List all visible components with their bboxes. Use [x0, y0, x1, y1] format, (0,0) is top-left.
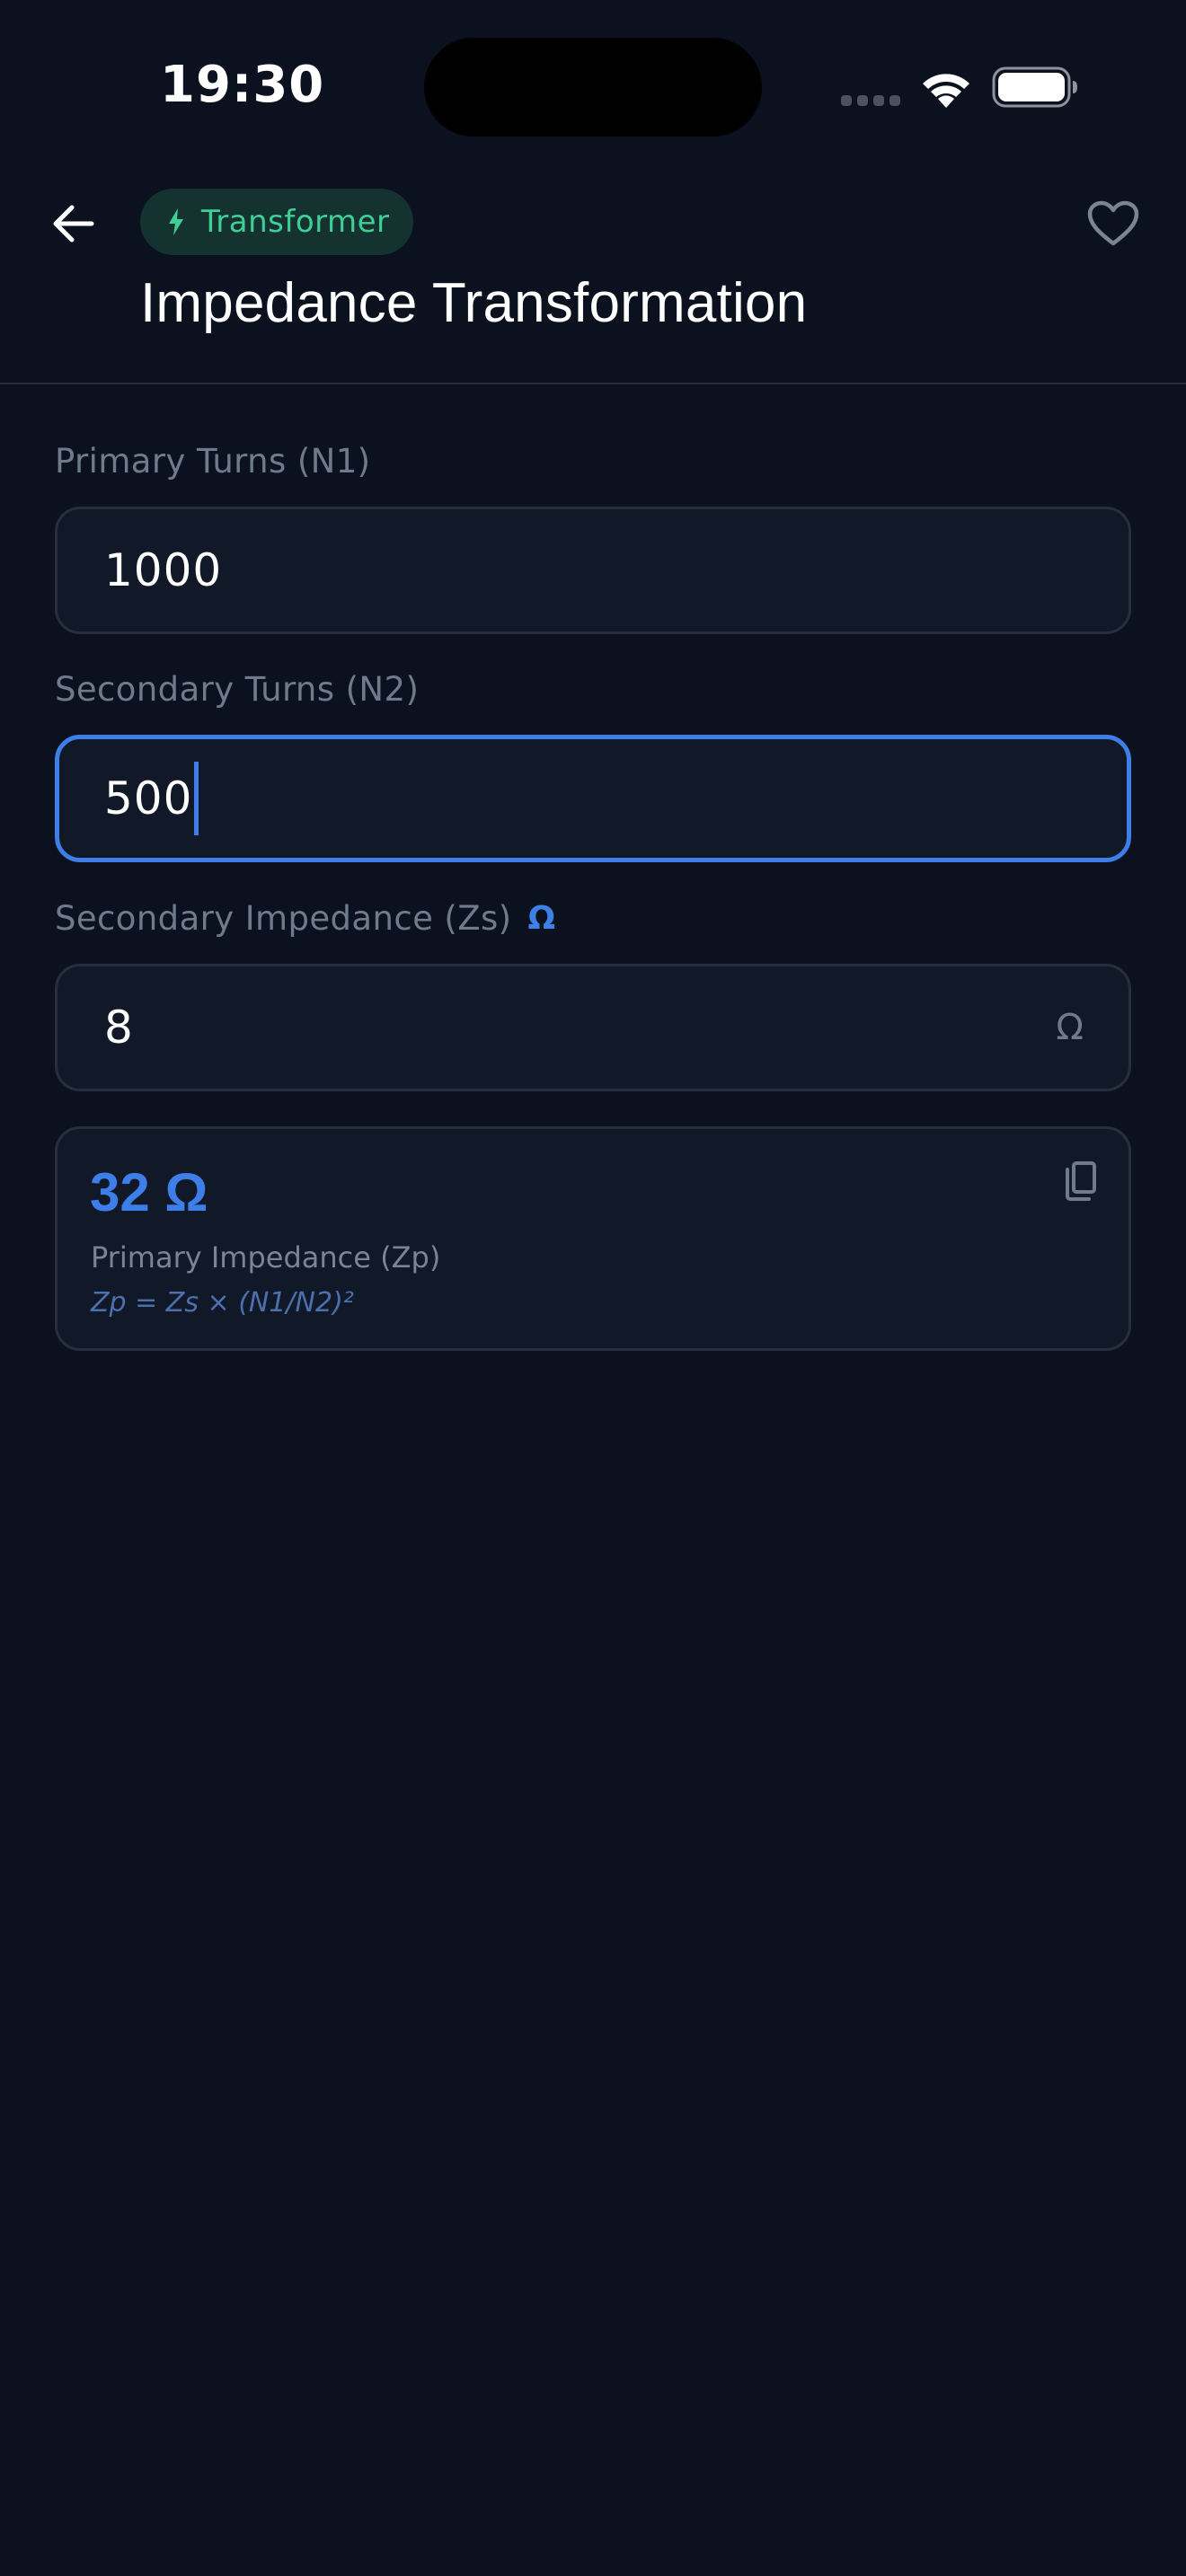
dynamic-island [424, 38, 762, 137]
primary-turns-label: Primary Turns (N1) [55, 442, 371, 481]
battery-icon [992, 66, 1077, 108]
secondary-impedance-unit: Ω [527, 900, 556, 937]
secondary-turns-input[interactable]: 500 [55, 735, 1131, 862]
primary-turns-label-text: Primary Turns (N1) [55, 442, 371, 481]
result-value: 32 Ω [90, 1162, 208, 1222]
arrow-left-icon [53, 205, 94, 243]
status-time: 19:30 [160, 56, 325, 114]
wifi-icon [923, 74, 969, 108]
status-bar: 19:30 [0, 0, 1186, 171]
secondary-turns-value: 500 [104, 772, 193, 825]
secondary-impedance-input[interactable]: 8 Ω [55, 964, 1131, 1091]
secondary-turns-value-wrap: 500 [104, 762, 1082, 835]
secondary-impedance-label-text: Secondary Impedance (Zs) [55, 899, 512, 938]
secondary-impedance-value: 8 [104, 1001, 134, 1054]
header-divider [0, 383, 1186, 384]
page-title: Impedance Transformation [140, 272, 808, 334]
primary-turns-input[interactable]: 1000 [55, 507, 1131, 634]
copy-button[interactable] [1055, 1156, 1105, 1206]
copy-icon [1066, 1161, 1096, 1201]
lightning-bolt-icon [169, 208, 183, 235]
category-chip[interactable]: Transformer [140, 189, 413, 255]
text-caret [194, 762, 199, 835]
secondary-turns-label-text: Secondary Turns (N2) [55, 670, 420, 709]
favorite-button[interactable] [1084, 196, 1143, 251]
primary-turns-value: 1000 [104, 544, 223, 596]
result-label: Primary Impedance (Zp) [91, 1240, 441, 1275]
heart-outline-icon [1087, 200, 1139, 246]
secondary-impedance-label: Secondary Impedance (Zs) Ω [55, 899, 556, 938]
back-button[interactable] [43, 194, 102, 253]
secondary-turns-label: Secondary Turns (N2) [55, 670, 419, 709]
cellular-signal-icon [841, 95, 900, 106]
category-chip-label: Transformer [201, 204, 390, 240]
result-card: 32 Ω Primary Impedance (Zp) Zp = Zs × (N… [55, 1126, 1131, 1351]
result-formula: Zp = Zs × (N1/N2)² [91, 1287, 354, 1319]
secondary-impedance-suffix: Ω [1056, 1007, 1084, 1048]
